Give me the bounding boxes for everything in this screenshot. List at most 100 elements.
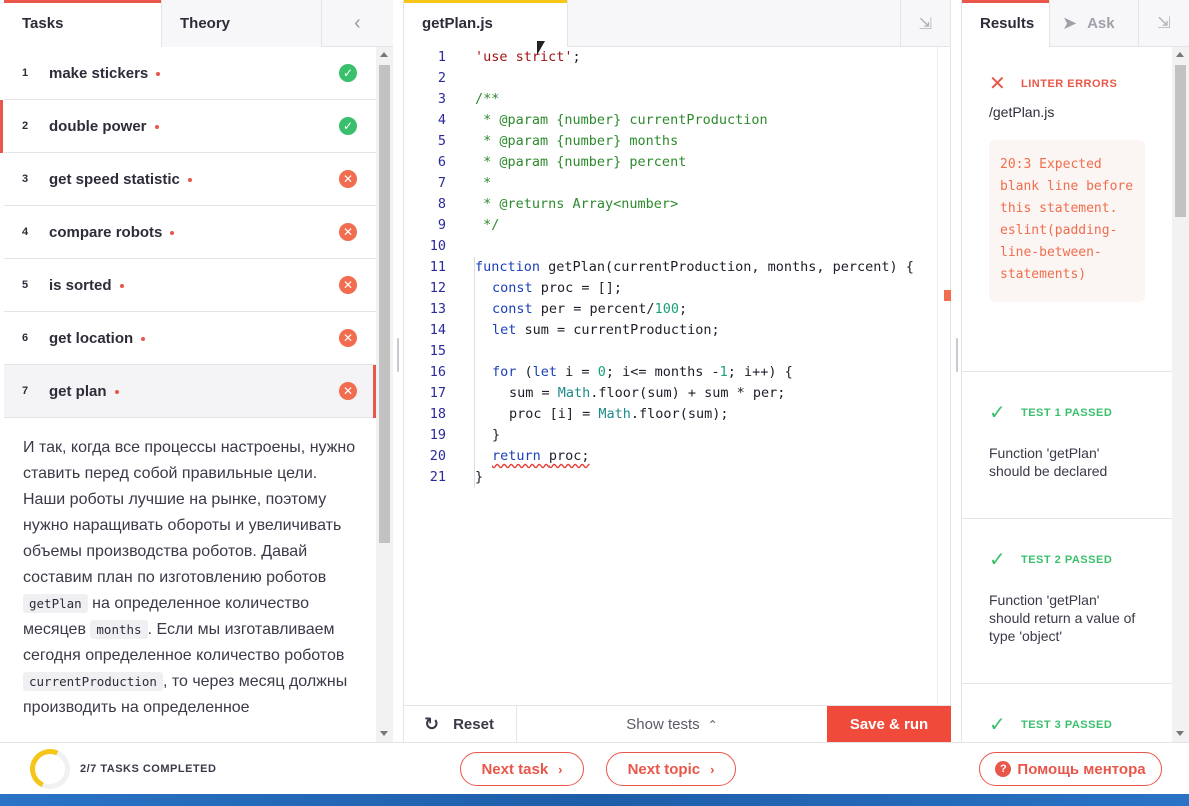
- line-number: 7: [437, 175, 446, 191]
- test-passed-heading: ✓ TEST 3 PASSED: [989, 714, 1113, 736]
- save-and-run-button[interactable]: Save & run: [827, 706, 951, 743]
- next-topic-button[interactable]: Next topic ›: [606, 752, 736, 786]
- task-item-current[interactable]: 7 get plan ✕: [4, 365, 376, 418]
- show-tests-label: Show tests: [626, 716, 700, 733]
- collapse-left-panel-button[interactable]: ‹: [322, 0, 393, 46]
- line-number: 20: [429, 448, 446, 464]
- task-number: 2: [22, 120, 29, 132]
- left-splitter-handle[interactable]: [397, 338, 399, 372]
- x-circle-icon: ✕: [339, 329, 357, 347]
- check-circle-icon: ✓: [339, 117, 357, 135]
- chevron-left-icon: ‹: [354, 11, 361, 34]
- tasks-completed-label: 2/7 TASKS COMPLETED: [80, 763, 217, 775]
- scroll-up-icon[interactable]: [380, 52, 388, 57]
- tab-theory[interactable]: Theory: [162, 0, 322, 47]
- code-line: function getPlan(currentProduction, mont…: [475, 259, 914, 275]
- collapse-editor-button[interactable]: ⇲: [900, 0, 950, 47]
- line-number: 6: [437, 154, 446, 170]
- x-circle-icon: ✕: [339, 382, 357, 400]
- app-window: Tasks Theory ‹ 1 make stickers ✓ 2 doubl…: [0, 0, 1189, 806]
- left-scrollbar[interactable]: [376, 47, 393, 742]
- indent-guide: [474, 257, 475, 488]
- tab-ask[interactable]: ➤ Ask: [1050, 0, 1138, 47]
- file-tab[interactable]: getPlan.js: [404, 0, 568, 47]
- scrollbar-thumb[interactable]: [379, 65, 390, 543]
- test-passed-heading: ✓ TEST 1 PASSED: [989, 402, 1113, 424]
- unread-dot-icon: [154, 124, 159, 129]
- task-item[interactable]: 5 is sorted ✕: [4, 259, 376, 312]
- line-number: 3: [437, 91, 446, 107]
- line-number: 19: [429, 427, 446, 443]
- code-line: * @param {number} percent: [475, 154, 687, 170]
- task-number: 5: [22, 279, 29, 291]
- line-number: 21: [429, 469, 446, 485]
- inline-code: months: [90, 620, 148, 639]
- next-task-label: Next task: [481, 760, 549, 778]
- task-description: И так, когда все процессы настроены, нуж…: [23, 439, 356, 716]
- task-title: compare robots: [49, 224, 175, 241]
- scroll-up-icon[interactable]: [1176, 52, 1184, 57]
- editor-scrollbar[interactable]: [937, 47, 951, 705]
- code-area[interactable]: 1 'use strict'; 2 3 /** 4 * @param {number…: [404, 47, 934, 705]
- reset-icon: ↻: [424, 714, 440, 734]
- task-item[interactable]: 6 get location ✕: [4, 312, 376, 365]
- test-description: Function 'getPlan' should be declared: [989, 445, 1108, 479]
- tab-results[interactable]: Results: [962, 0, 1050, 47]
- progress-ring: [24, 743, 76, 795]
- unread-dot-icon: [156, 71, 161, 76]
- task-number: 3: [22, 173, 29, 185]
- chevron-right-icon: ›: [558, 761, 563, 777]
- code-line: * @param {number} months: [475, 133, 679, 149]
- code-line: const per = percent/100;: [492, 301, 688, 317]
- reset-button[interactable]: ↻ Reset: [404, 706, 517, 743]
- mouse-cursor-icon: [537, 41, 545, 55]
- code-line: const proc = [];: [492, 280, 623, 296]
- task-item[interactable]: 3 get speed statistic ✕: [4, 153, 376, 206]
- results-panel: Results ➤ Ask ⇲ ✕ LINTER ERRORS /getPlan…: [961, 0, 1189, 742]
- code-line-error: return proc;: [492, 448, 590, 464]
- task-title: make stickers: [49, 65, 161, 82]
- check-icon: ✓: [989, 714, 1007, 736]
- left-tabs: Tasks Theory ‹: [4, 0, 393, 47]
- show-tests-button[interactable]: Show tests ⌃: [517, 706, 827, 743]
- collapse-icon: ⇲: [918, 15, 933, 33]
- code-line: * @returns Array<number>: [475, 196, 679, 212]
- test-result-block: ✓ TEST 1 PASSED Function 'getPlan' shoul…: [962, 372, 1172, 519]
- results-scrollbar[interactable]: [1172, 47, 1189, 742]
- code-line: *: [475, 175, 492, 191]
- line-number: 9: [437, 217, 446, 233]
- code-line: }: [492, 427, 501, 443]
- test-passed-heading: ✓ TEST 2 PASSED: [989, 549, 1113, 571]
- code-editor-panel: getPlan.js ⇲ 1 'use strict'; 2 3 /** 4 * @…: [403, 0, 952, 743]
- mentor-help-label: Помощь ментора: [1017, 760, 1146, 778]
- line-number: 11: [429, 259, 446, 275]
- scroll-down-icon[interactable]: [380, 731, 388, 736]
- code-line: let sum = currentProduction;: [492, 322, 720, 338]
- tab-tasks[interactable]: Tasks: [4, 0, 162, 47]
- task-title: double power: [49, 118, 159, 135]
- test-description: Function 'getPlan' should return a value…: [989, 592, 1136, 644]
- collapse-results-button[interactable]: ⇲: [1138, 0, 1189, 46]
- x-icon: ✕: [989, 73, 1007, 95]
- ask-label: Ask: [1087, 15, 1115, 32]
- scroll-down-icon[interactable]: [1176, 731, 1184, 736]
- task-item[interactable]: 1 make stickers ✓: [4, 47, 376, 100]
- task-list: 1 make stickers ✓ 2 double power ✓ 3 get…: [0, 47, 376, 418]
- task-item[interactable]: 4 compare robots ✕: [4, 206, 376, 259]
- line-number: 8: [437, 196, 446, 212]
- next-task-button[interactable]: Next task ›: [460, 752, 584, 786]
- line-number: 1: [437, 49, 446, 65]
- reset-label: Reset: [453, 716, 494, 733]
- inline-code: currentProduction: [23, 672, 163, 691]
- task-number: 7: [22, 385, 29, 397]
- task-item[interactable]: 2 double power ✓: [0, 100, 376, 153]
- bottom-bar: 2/7 TASKS COMPLETED Next task › Next top…: [0, 742, 1189, 795]
- next-topic-label: Next topic: [627, 760, 701, 778]
- code-line: */: [475, 217, 500, 233]
- chevron-up-icon: ⌃: [707, 717, 718, 732]
- mentor-help-button[interactable]: ? Помощь ментора: [979, 752, 1162, 786]
- scrollbar-thumb[interactable]: [1175, 65, 1186, 217]
- unread-dot-icon: [170, 230, 175, 235]
- linter-error-message: 20:3 Expected blank line before this sta…: [989, 140, 1145, 302]
- right-splitter-handle[interactable]: [956, 338, 958, 372]
